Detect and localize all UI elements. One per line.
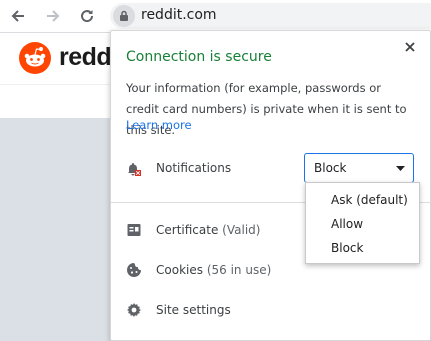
cookies-label: Cookies [156,263,203,277]
caret-down-icon [396,166,405,171]
certificate-label: Certificate [156,223,219,237]
notifications-label: Notifications [156,161,232,175]
reload-icon [81,10,94,23]
notifications-blocked-icon [128,163,141,176]
forward-arrow-icon [47,10,60,22]
gear-icon [127,303,141,317]
forward-button[interactable] [42,5,64,27]
site-settings-row[interactable]: Site settings [156,303,231,317]
back-arrow-icon [11,10,24,22]
notifications-select[interactable]: Block [304,153,414,183]
cookies-row[interactable]: Cookies (56 in use) [156,263,271,277]
connection-status-title: Connection is secure [126,49,272,65]
certificate-icon [127,224,141,236]
option-ask-default[interactable]: Ask (default) [306,189,419,211]
learn-more-link[interactable]: Learn more [126,118,192,132]
cookie-icon [127,263,141,277]
option-allow[interactable]: Allow [306,213,419,235]
browser-toolbar: reddit.com [0,0,431,32]
cookies-status: (56 in use) [206,263,272,277]
close-button[interactable] [402,39,418,55]
close-icon [405,42,415,52]
certificate-status: (Valid) [222,223,261,237]
address-bar[interactable]: reddit.com [110,3,431,29]
url-text: reddit.com [141,7,217,23]
notifications-selected-value: Block [314,161,347,175]
certificate-row[interactable]: Certificate (Valid) [156,223,260,237]
reload-button[interactable] [76,5,98,27]
back-button[interactable] [7,5,29,27]
option-block[interactable]: Block [306,237,419,259]
reddit-logo-icon[interactable] [19,42,51,74]
site-info-button[interactable] [113,5,135,27]
lock-icon [120,10,128,21]
notifications-dropdown-list: Ask (default) Allow Block [305,182,420,264]
